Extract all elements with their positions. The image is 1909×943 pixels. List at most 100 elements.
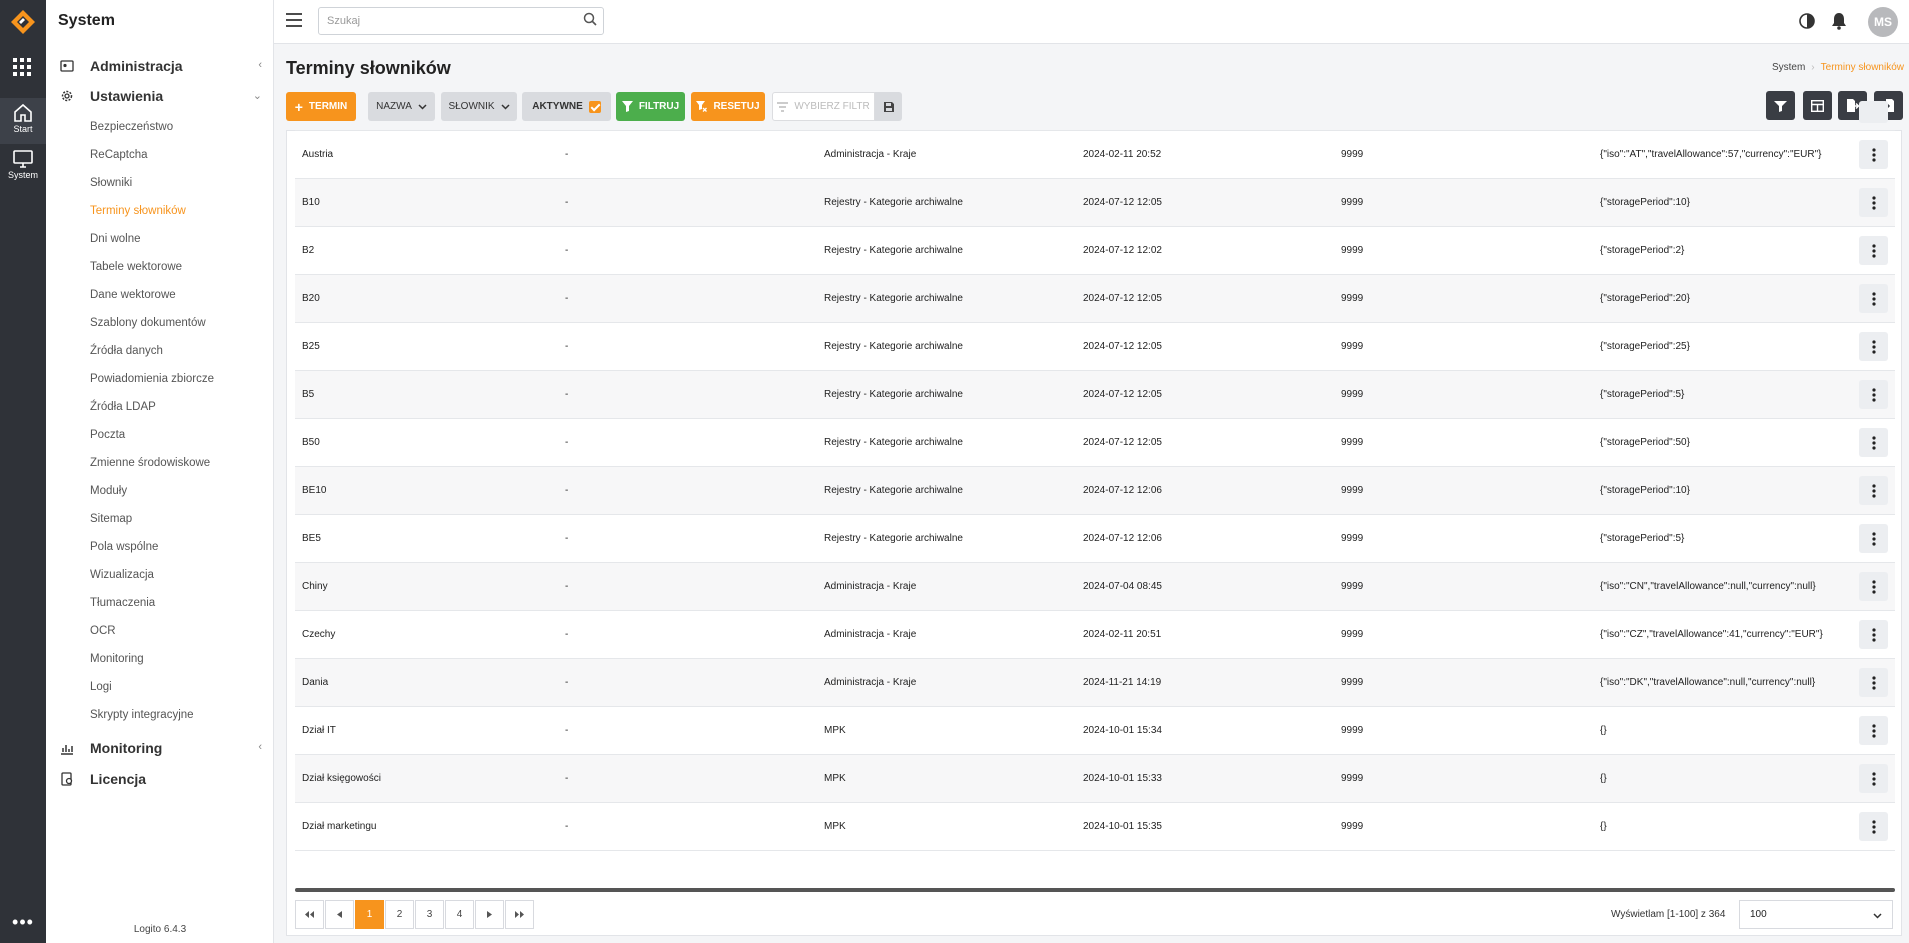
row-menu-button[interactable] xyxy=(1859,380,1888,409)
next-page-button[interactable] xyxy=(475,900,504,929)
row-menu-button[interactable] xyxy=(1859,188,1888,217)
cell-additional-data: {"storagePeriod":50} xyxy=(1600,437,1690,448)
cell-dictionary: Rejestry - Kategorie archiwalne xyxy=(824,341,963,352)
sidebar-item-pola-wspolne[interactable]: Pola wspólne xyxy=(90,541,158,553)
row-menu-button[interactable] xyxy=(1859,764,1888,793)
horizontal-scrollbar[interactable] xyxy=(295,888,1895,892)
sidebar-item-logi[interactable]: Logi xyxy=(90,681,112,693)
sidebar-item-monitoring[interactable]: Monitoring xyxy=(90,653,144,665)
sidebar-item-poczta[interactable]: Poczta xyxy=(90,429,125,441)
sidebar-item-zrodla-danych[interactable]: Źródła danych xyxy=(90,345,163,357)
hamburger-icon[interactable] xyxy=(286,13,302,27)
sidebar-section-label: Ustawienia xyxy=(90,88,164,104)
search-icon[interactable] xyxy=(583,12,597,26)
row-menu-button[interactable] xyxy=(1859,668,1888,697)
sidebar-item-powiadomienia-zbiorcze[interactable]: Powiadomienia zbiorcze xyxy=(90,373,214,385)
contrast-icon[interactable] xyxy=(1798,12,1816,30)
cell-description: - xyxy=(565,533,569,544)
search-input[interactable] xyxy=(318,7,604,35)
rail-item-start[interactable]: Start xyxy=(0,98,46,144)
sidebar-item-zrodla-ldap[interactable]: Źródła LDAP xyxy=(90,401,156,413)
avatar[interactable]: MS xyxy=(1868,7,1898,37)
table-row[interactable]: Dział IT - MPK 2024-10-01 15:34 9999 {} xyxy=(295,707,1895,755)
page-button-3[interactable]: 3 xyxy=(415,900,444,929)
row-menu-button[interactable] xyxy=(1859,140,1888,169)
table-row[interactable]: Dział marketingu - MPK 2024-10-01 15:35 9999… xyxy=(295,803,1895,851)
sidebar-item-tlumaczenia[interactable]: Tłumaczenia xyxy=(90,597,155,609)
monitor-icon xyxy=(13,150,33,168)
sidebar-section-ustawienia[interactable]: Ustawienia ⌄ xyxy=(46,83,274,109)
sidebar-item-sitemap[interactable]: Sitemap xyxy=(90,513,132,525)
table-row-partial[interactable] xyxy=(295,101,1895,131)
apps-grid-icon[interactable] xyxy=(13,58,31,76)
cell-modified-date: 2024-07-12 12:05 xyxy=(1083,389,1162,400)
cell-additional-data: {"storagePeriod":5} xyxy=(1600,533,1685,544)
table-row[interactable]: B10 - Rejestry - Kategorie archiwalne 2024-… xyxy=(295,179,1895,227)
last-page-button[interactable] xyxy=(505,900,534,929)
row-menu-button[interactable] xyxy=(1859,620,1888,649)
sidebar-item-ocr[interactable]: OCR xyxy=(90,625,116,637)
breadcrumb-separator: › xyxy=(1811,62,1815,73)
sidebar-item-bezpieczenstwo[interactable]: Bezpieczeństwo xyxy=(90,121,173,133)
page-button-1[interactable]: 1 xyxy=(355,900,384,929)
first-page-button[interactable] xyxy=(295,900,324,929)
table-row[interactable]: B20 - Rejestry - Kategorie archiwalne 2024-… xyxy=(295,275,1895,323)
sidebar-section-administracja[interactable]: Administracja ‹ xyxy=(46,53,274,79)
rail-item-start-label: Start xyxy=(13,124,33,134)
table-row[interactable]: Czechy - Administracja - Kraje 2024-02-11 2… xyxy=(295,611,1895,659)
sidebar-item-slowniki[interactable]: Słowniki xyxy=(90,177,132,189)
sidebar-section-monitoring[interactable]: Monitoring ‹ xyxy=(46,735,274,761)
cell-order: 9999 xyxy=(1341,629,1364,640)
bell-icon[interactable] xyxy=(1831,12,1847,30)
table-row[interactable]: B25 - Rejestry - Kategorie archiwalne 2024-… xyxy=(295,323,1895,371)
rail-item-system[interactable]: System xyxy=(0,144,46,190)
table-row[interactable]: BE5 - Rejestry - Kategorie archiwalne 2024-… xyxy=(295,515,1895,563)
row-menu-button[interactable] xyxy=(1859,284,1888,313)
cell-modified-date: 2024-11-21 14:19 xyxy=(1083,677,1162,688)
kebab-icon xyxy=(1871,627,1876,642)
cell-additional-data: {"iso":"CZ","travelAllowance":41,"curren… xyxy=(1600,629,1823,640)
kebab-icon xyxy=(1871,147,1876,162)
chevrons-last-icon xyxy=(515,911,524,918)
sidebar-item-wizualizacja[interactable]: Wizualizacja xyxy=(90,569,154,581)
row-menu-button[interactable] xyxy=(1859,572,1888,601)
row-menu-button[interactable] xyxy=(1859,476,1888,505)
row-menu-button[interactable] xyxy=(1859,428,1888,457)
sidebar-item-skrypty-integracyjne[interactable]: Skrypty integracyjne xyxy=(90,709,194,721)
row-menu-button[interactable] xyxy=(1859,101,1888,123)
cell-dictionary: Rejestry - Kategorie archiwalne xyxy=(824,533,963,544)
more-icon[interactable]: ••• xyxy=(0,912,46,933)
table-row[interactable]: B2 - Rejestry - Kategorie archiwalne 2024-0… xyxy=(295,227,1895,275)
logo-icon[interactable] xyxy=(10,9,36,35)
cell-modified-date: 2024-07-12 12:06 xyxy=(1083,533,1162,544)
table-row[interactable]: Austria - Administracja - Kraje 2024-02-11 … xyxy=(295,131,1895,179)
table-row[interactable]: Dania - Administracja - Kraje 2024-11-21 14… xyxy=(295,659,1895,707)
sidebar-item-tabele-wektorowe[interactable]: Tabele wektorowe xyxy=(90,261,182,273)
page-button-2[interactable]: 2 xyxy=(385,900,414,929)
sidebar-item-terminy-slownikow[interactable]: Terminy słowników xyxy=(90,205,186,217)
sidebar-item-moduly[interactable]: Moduły xyxy=(90,485,127,497)
row-menu-button[interactable] xyxy=(1859,332,1888,361)
table-row[interactable]: Dział księgowości - MPK 2024-10-01 15:33 999… xyxy=(295,755,1895,803)
table-row[interactable]: B50 - Rejestry - Kategorie archiwalne 2024-… xyxy=(295,419,1895,467)
sidebar-section-licencja[interactable]: Licencja xyxy=(46,766,274,792)
page-button-4[interactable]: 4 xyxy=(445,900,474,929)
row-menu-button[interactable] xyxy=(1859,524,1888,553)
per-page-select[interactable]: 100 xyxy=(1739,900,1893,929)
table-row[interactable]: B5 - Rejestry - Kategorie archiwalne 2024-0… xyxy=(295,371,1895,419)
row-menu-button[interactable] xyxy=(1859,236,1888,265)
row-menu-button[interactable] xyxy=(1859,812,1888,841)
sidebar-item-zmienne-srodowiskowe[interactable]: Zmienne środowiskowe xyxy=(90,457,210,469)
cell-additional-data: {"storagePeriod":25} xyxy=(1600,341,1690,352)
cell-modified-date: 2024-02-11 20:51 xyxy=(1083,629,1162,640)
sidebar-item-dni-wolne[interactable]: Dni wolne xyxy=(90,233,141,245)
table-row[interactable]: BE10 - Rejestry - Kategorie archiwalne 2024… xyxy=(295,467,1895,515)
sidebar-item-recaptcha[interactable]: ReCaptcha xyxy=(90,149,148,161)
table-row[interactable]: Chiny - Administracja - Kraje 2024-07-04 08… xyxy=(295,563,1895,611)
sidebar-item-szablony-dokumentow[interactable]: Szablony dokumentów xyxy=(90,317,206,329)
sidebar-item-dane-wektorowe[interactable]: Dane wektorowe xyxy=(90,289,176,301)
breadcrumb-item-system[interactable]: System xyxy=(1772,62,1805,73)
prev-page-button[interactable] xyxy=(325,900,354,929)
row-menu-button[interactable] xyxy=(1859,716,1888,745)
gear-icon xyxy=(61,90,73,102)
